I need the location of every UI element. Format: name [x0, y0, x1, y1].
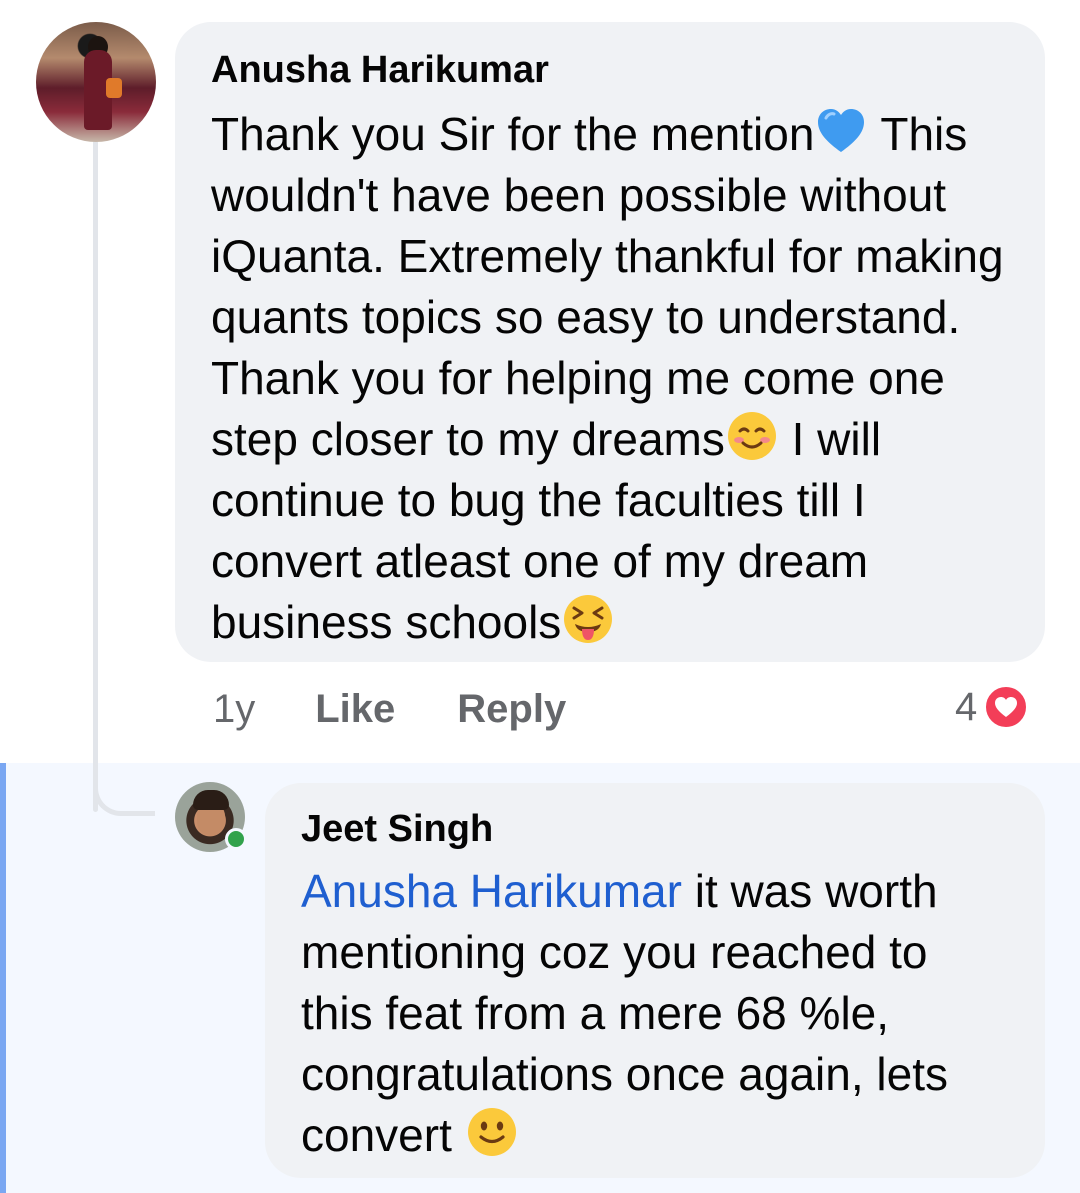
highlight-indicator	[0, 763, 6, 1193]
avatar-photo-bag	[106, 78, 122, 98]
reply-mention-link[interactable]: Anusha Harikumar	[301, 865, 682, 917]
reaction-summary[interactable]: 4	[955, 682, 1030, 732]
reply-author[interactable]: Jeet Singh	[301, 807, 1009, 851]
blue-heart-icon	[814, 104, 868, 158]
comment-text: Thank you Sir for the mention This would…	[211, 104, 1009, 653]
reaction-count: 4	[955, 684, 978, 729]
avatar-photo-hair	[193, 790, 229, 810]
love-reaction-icon	[983, 684, 1030, 730]
avatar-anusha[interactable]	[36, 22, 156, 142]
comment-actions: 1y Like Reply	[213, 684, 566, 734]
reply-text: Anusha Harikumar it was worth mentioning…	[301, 861, 1009, 1166]
thread-line	[93, 140, 98, 812]
online-status-indicator	[225, 828, 247, 850]
comment-text-part-1: Thank you Sir for the mention	[211, 108, 815, 160]
squinting-tongue-face-icon	[561, 592, 615, 646]
like-button[interactable]: Like	[315, 687, 395, 732]
comment-text-part-2: This wouldn't have been possible without…	[211, 108, 1004, 465]
reply-bubble: Jeet Singh Anusha Harikumar it was worth…	[265, 783, 1045, 1178]
smiling-face-icon	[725, 409, 779, 463]
reply-button[interactable]: Reply	[457, 687, 566, 732]
comment-bubble: Anusha Harikumar Thank you Sir for the m…	[175, 22, 1045, 662]
comment-timestamp[interactable]: 1y	[213, 687, 255, 732]
comment-author[interactable]: Anusha Harikumar	[211, 48, 1009, 92]
slightly-smiling-face-icon	[465, 1105, 519, 1159]
